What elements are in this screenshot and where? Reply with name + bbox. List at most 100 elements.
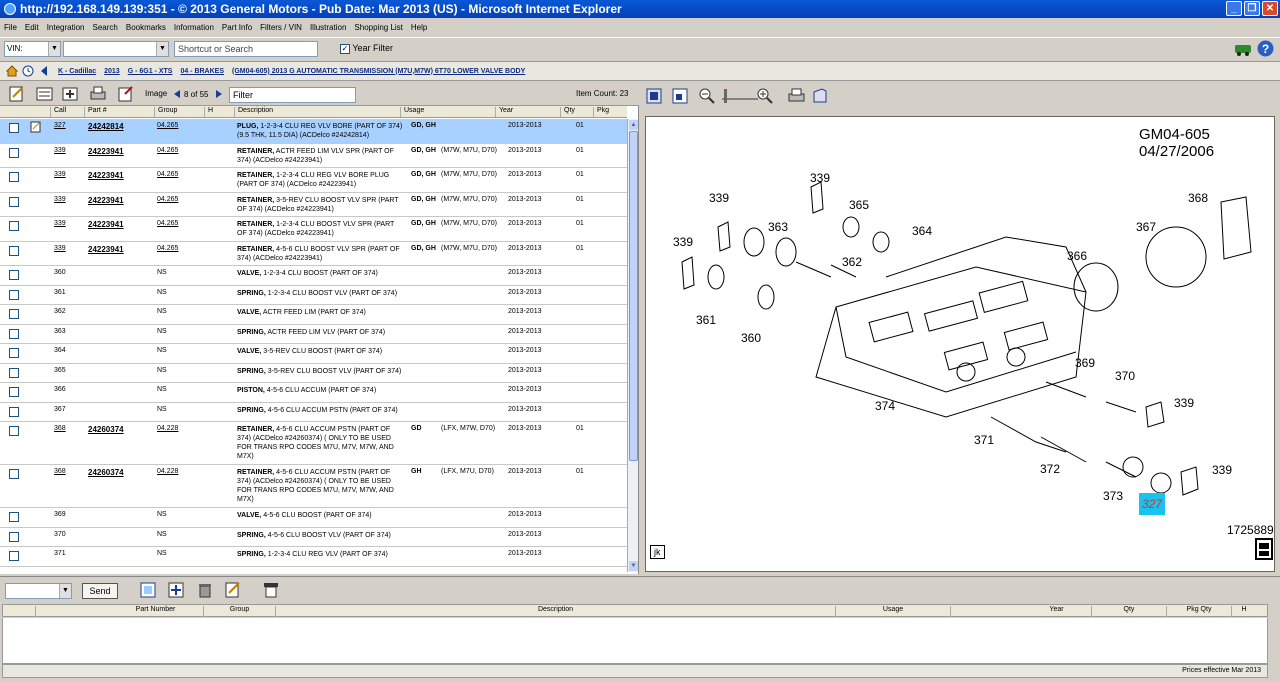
- list-select[interactable]: ▼: [5, 583, 72, 599]
- part-number[interactable]: 24260374: [88, 468, 124, 477]
- table-row[interactable]: 369 NS VALVE, 4-5-6 CLU BOOST (PART OF 374…: [0, 508, 627, 528]
- filter-input[interactable]: Filter: [229, 87, 356, 103]
- row-checkbox[interactable]: [9, 551, 19, 561]
- notes-icon[interactable]: [8, 85, 25, 102]
- actual-size-icon[interactable]: [672, 88, 688, 104]
- parts-list-scrollbar[interactable]: ▲ ▼: [627, 119, 638, 572]
- row-checkbox[interactable]: [9, 367, 19, 378]
- breadcrumb-year[interactable]: 2013: [104, 68, 120, 75]
- col-call[interactable]: Call: [50, 107, 84, 117]
- row-checkbox[interactable]: [9, 221, 19, 231]
- row-checkbox-box[interactable]: [9, 270, 19, 280]
- vin-select[interactable]: VIN: ▼: [4, 41, 61, 57]
- row-checkbox-box[interactable]: [9, 426, 19, 436]
- row-checkbox[interactable]: [9, 328, 19, 339]
- table-row[interactable]: 327 24242814 04.265 PLUG, 1-2-3-4 CLU REG V…: [0, 119, 627, 144]
- col-list-h[interactable]: H: [1231, 606, 1256, 617]
- table-row[interactable]: 366 NS PISTON, 4-5-6 CLU ACCUM (PART OF 37…: [0, 383, 627, 403]
- row-checkbox-box[interactable]: [9, 196, 19, 207]
- row-checkbox[interactable]: [9, 196, 19, 207]
- table-row[interactable]: 339 24223941 04.265 RETAINER, ACTR FEED LIM…: [0, 144, 627, 168]
- send-button[interactable]: Send: [82, 583, 118, 599]
- col-pkg[interactable]: Pkg: [593, 107, 627, 117]
- table-row[interactable]: 362 NS VALVE, ACTR FEED LIM (PART OF 374) 2…: [0, 305, 627, 325]
- close-button[interactable]: ✕: [1262, 1, 1278, 16]
- menu-edit[interactable]: Edit: [25, 23, 39, 32]
- row-checkbox-box[interactable]: [9, 123, 19, 133]
- callout-372[interactable]: 372: [1040, 462, 1060, 476]
- table-row[interactable]: 361 NS SPRING, 1-2-3-4 CLU BOOST VLV (PART…: [0, 286, 627, 305]
- callout-373[interactable]: 373: [1103, 489, 1123, 503]
- row-checkbox-box[interactable]: [9, 387, 19, 397]
- row-checkbox-box[interactable]: [9, 289, 19, 300]
- row-checkbox-box[interactable]: [9, 309, 19, 319]
- row-checkbox[interactable]: [9, 348, 19, 358]
- document-icon[interactable]: [1255, 538, 1273, 560]
- row-checkbox-box[interactable]: [9, 512, 19, 522]
- scroll-thumb[interactable]: [629, 131, 638, 461]
- scroll-down-icon[interactable]: ▼: [629, 561, 638, 571]
- row-checkbox-box[interactable]: [9, 172, 19, 182]
- part-number[interactable]: 24242814: [88, 122, 124, 131]
- col-usage[interactable]: Usage: [400, 107, 495, 117]
- row-checkbox[interactable]: [9, 289, 19, 300]
- callout-366[interactable]: 366: [1067, 249, 1087, 263]
- history-icon[interactable]: [22, 65, 34, 77]
- row-checkbox[interactable]: [9, 426, 19, 436]
- row-checkbox[interactable]: [9, 172, 19, 182]
- add-item-icon[interactable]: [168, 582, 184, 598]
- save-illustration-icon[interactable]: [812, 88, 828, 104]
- table-row[interactable]: 363 NS SPRING, ACTR FEED LIM VLV (PART OF …: [0, 325, 627, 344]
- group-code[interactable]: 04.265: [157, 122, 178, 129]
- breadcrumb-model[interactable]: G - 6G1 - XTS: [128, 68, 173, 75]
- new-list-icon[interactable]: [140, 582, 156, 598]
- table-row[interactable]: 339 24223941 04.265 RETAINER, 3-5-REV CLU B…: [0, 193, 627, 217]
- row-checkbox[interactable]: [9, 387, 19, 397]
- callout-374[interactable]: 374: [875, 399, 895, 413]
- menu-part-info[interactable]: Part Info: [222, 23, 252, 32]
- col-list-pkg-qty[interactable]: Pkg Qty: [1166, 606, 1231, 617]
- part-number[interactable]: 24260374: [88, 425, 124, 434]
- group-code[interactable]: 04.265: [157, 245, 178, 252]
- row-checkbox[interactable]: [9, 147, 19, 158]
- print-illustration-icon[interactable]: [788, 88, 805, 104]
- call-number[interactable]: 339: [54, 245, 66, 252]
- row-checkbox[interactable]: [9, 123, 19, 133]
- zoom-out-icon[interactable]: [698, 87, 716, 105]
- callout-364[interactable]: 364: [912, 224, 932, 238]
- callout-339-a[interactable]: 339: [709, 191, 729, 205]
- zoom-slider[interactable]: [720, 86, 760, 106]
- call-number[interactable]: 368: [54, 468, 66, 475]
- col-year[interactable]: Year: [495, 107, 560, 117]
- table-row[interactable]: 339 24223941 04.265 RETAINER, 1-2-3-4 CLU B…: [0, 217, 627, 242]
- help-icon[interactable]: ?: [1257, 40, 1274, 57]
- edit-notes-icon[interactable]: [224, 581, 241, 598]
- row-checkbox[interactable]: [9, 270, 19, 280]
- col-list-group[interactable]: Group: [203, 606, 275, 617]
- row-checkbox[interactable]: [9, 531, 19, 542]
- group-code[interactable]: 04.228: [157, 425, 178, 432]
- group-code[interactable]: 04.265: [157, 171, 178, 178]
- row-checkbox[interactable]: [9, 406, 19, 417]
- call-number[interactable]: 339: [54, 147, 66, 154]
- part-number[interactable]: 24223941: [88, 196, 124, 205]
- row-checkbox-box[interactable]: [9, 221, 19, 231]
- col-description[interactable]: Description: [234, 107, 400, 117]
- group-code[interactable]: 04.265: [157, 147, 178, 154]
- scroll-up-icon[interactable]: ▲: [629, 120, 638, 130]
- row-checkbox-box[interactable]: [9, 367, 19, 378]
- callout-365[interactable]: 365: [849, 198, 869, 212]
- group-code[interactable]: 04.265: [157, 196, 178, 203]
- year-filter-checkbox[interactable]: ✓: [340, 43, 350, 54]
- year-filter[interactable]: ✓ Year Filter: [340, 43, 393, 54]
- table-row[interactable]: 339 24223941 04.265 RETAINER, 4-5-6 CLU BOO…: [0, 242, 627, 266]
- callout-360[interactable]: 360: [741, 331, 761, 345]
- menu-illustration[interactable]: Illustration: [310, 23, 346, 32]
- list-view-icon[interactable]: [36, 85, 53, 102]
- col-qty[interactable]: Qty: [560, 107, 593, 117]
- part-number[interactable]: 24223941: [88, 245, 124, 254]
- breadcrumb-illustration[interactable]: (GM04-605) 2013 G AUTOMATIC TRANSMISSION…: [232, 68, 525, 75]
- minimize-button[interactable]: _: [1226, 1, 1242, 16]
- search-input[interactable]: Shortcut or Search: [174, 41, 318, 57]
- table-row[interactable]: 368 24260374 04.228 RETAINER, 4-5-6 CLU ACC…: [0, 465, 627, 508]
